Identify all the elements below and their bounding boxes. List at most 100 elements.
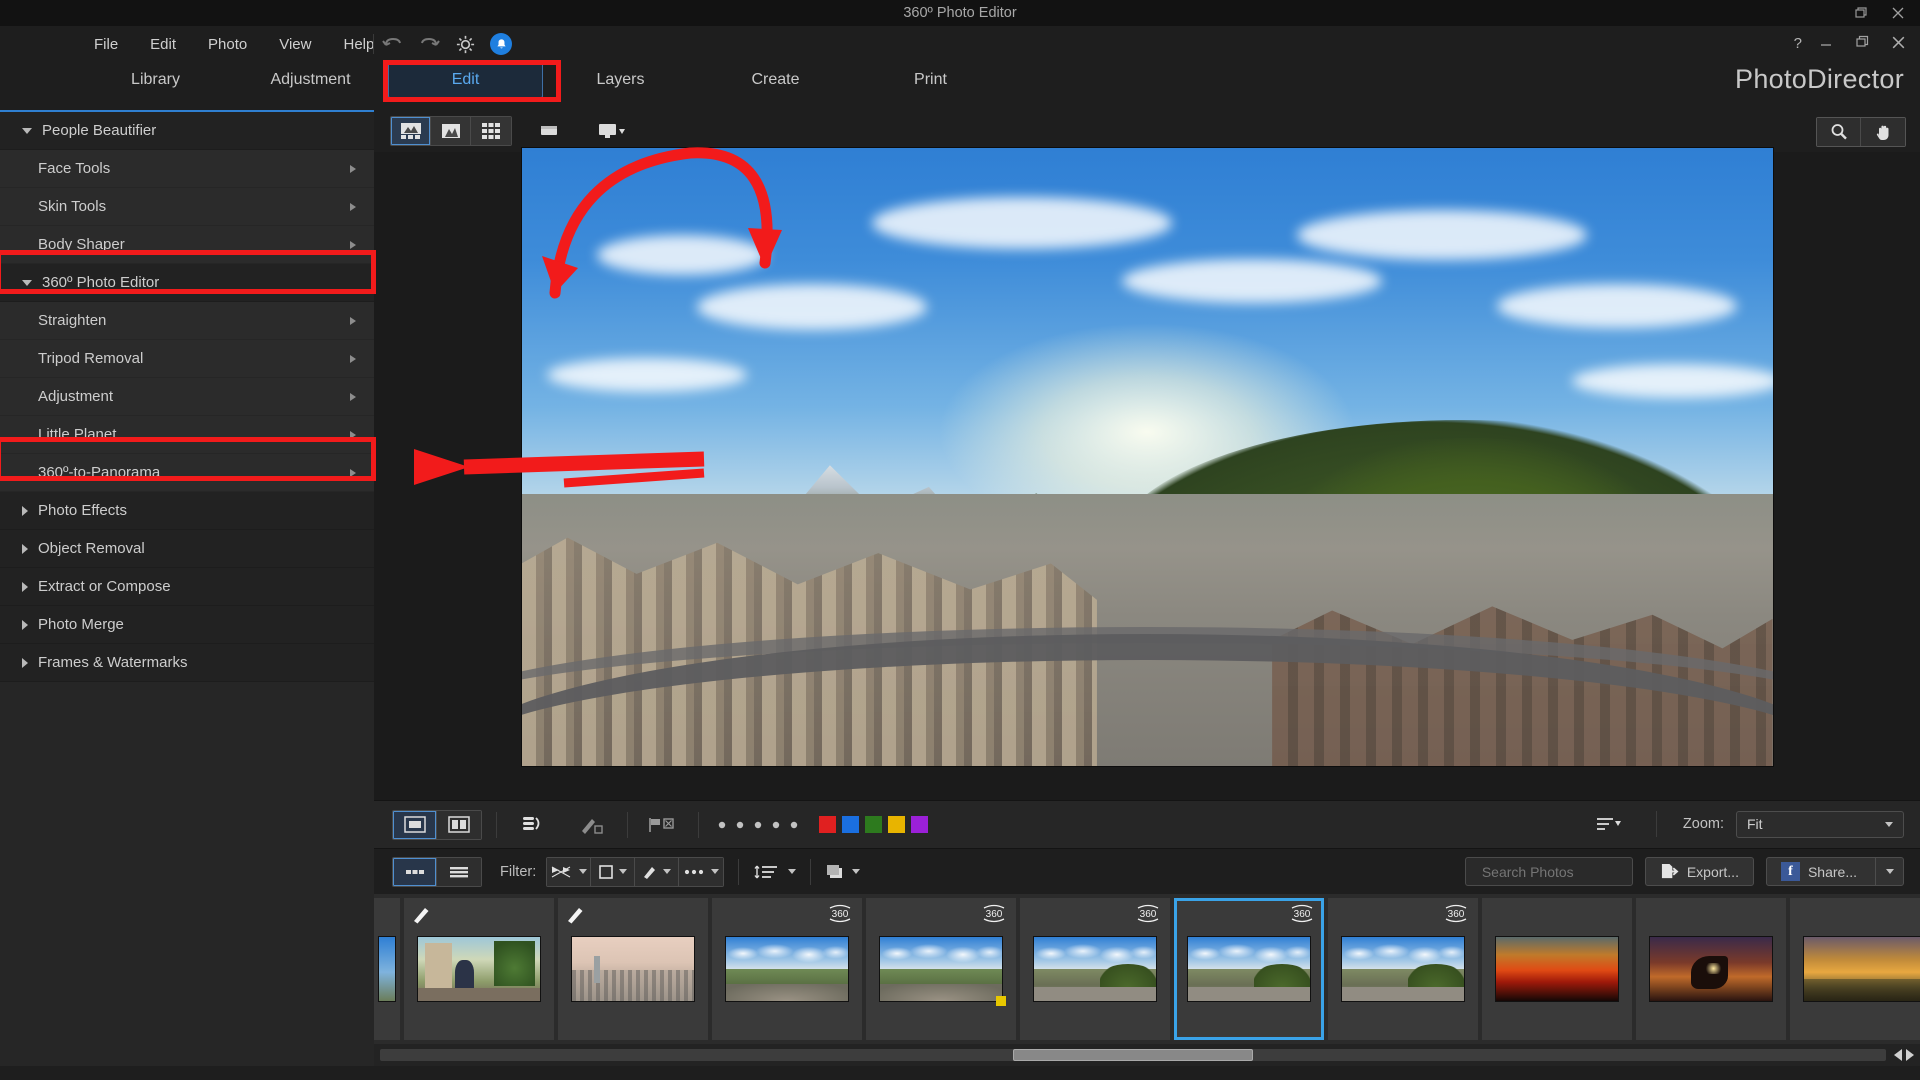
chevron-right-icon (22, 619, 28, 630)
single-view-icon[interactable] (393, 810, 437, 839)
list-item[interactable] (404, 898, 554, 1040)
list-item[interactable]: 360 (1020, 898, 1170, 1040)
settings-gear-icon[interactable] (454, 33, 476, 55)
scrollbar-track[interactable] (380, 1049, 1886, 1061)
left-sidebar: People Beautifier Face Tools Skin Tools … (0, 110, 374, 1080)
list-item[interactable] (374, 898, 400, 1040)
list-item[interactable]: 360 (866, 898, 1016, 1040)
flag-reject-icon[interactable] (642, 811, 684, 839)
filmstrip-view-icon[interactable] (391, 117, 431, 145)
sidebar-item-frames-watermarks[interactable]: Frames & Watermarks (0, 644, 374, 682)
menu-view[interactable]: View (263, 32, 327, 57)
color-tag-green[interactable] (865, 816, 882, 833)
sidebar-item-little-planet[interactable]: Little Planet (0, 416, 374, 454)
close-icon[interactable] (1890, 34, 1906, 50)
list-item[interactable]: 360 (712, 898, 862, 1040)
more-filter-icon[interactable] (679, 857, 724, 886)
grid-view-icon[interactable] (471, 117, 511, 145)
sort-dropdown-icon[interactable] (753, 858, 797, 886)
sidebar-item-extract-or-compose[interactable]: Extract or Compose (0, 568, 374, 606)
sidebar-item-face-tools[interactable]: Face Tools (0, 150, 374, 188)
list-item[interactable] (558, 898, 708, 1040)
zoom-select[interactable]: Fit (1736, 810, 1904, 838)
sidebar-label: Little Planet (38, 426, 117, 443)
sidebar-item-360-to-panorama[interactable]: 360º-to-Panorama (0, 454, 374, 492)
tab-edit[interactable]: Edit (388, 62, 543, 98)
sidebar-item-body-shaper[interactable]: Body Shaper (0, 226, 374, 264)
color-tag-purple[interactable] (911, 816, 928, 833)
sidebar-item-people-beautifier[interactable]: People Beautifier (0, 112, 374, 150)
pan-hand-icon[interactable] (1861, 118, 1905, 146)
stack-dropdown-icon[interactable] (825, 858, 861, 886)
tab-adjustment[interactable]: Adjustment (233, 62, 388, 98)
sidebar-item-photo-effects[interactable]: Photo Effects (0, 492, 374, 530)
share-button[interactable]: f Share... (1765, 857, 1904, 886)
maximize-icon[interactable] (1854, 34, 1870, 50)
sidebar-label: Photo Merge (38, 616, 124, 633)
tab-layers[interactable]: Layers (543, 62, 698, 98)
single-photo-icon[interactable] (431, 117, 471, 145)
rotate-icon[interactable] (511, 811, 553, 839)
tab-library[interactable]: Library (78, 62, 233, 98)
redo-icon[interactable] (418, 33, 440, 55)
rating-dots-icon[interactable] (713, 811, 809, 839)
color-tag-yellow[interactable] (888, 816, 905, 833)
filter-bar-right: Export... f Share... (1464, 857, 1904, 886)
compare-icon[interactable] (530, 117, 572, 145)
filmstrip-scrollbar[interactable] (374, 1044, 1920, 1066)
sidebar-item-object-removal[interactable]: Object Removal (0, 530, 374, 568)
menu-file[interactable]: File (78, 32, 134, 57)
share-dropdown-arrow[interactable] (1875, 858, 1903, 885)
zoom-magnifier-icon[interactable] (1817, 118, 1861, 146)
color-tag-blue[interactable] (842, 816, 859, 833)
flag-filter-icon[interactable] (547, 857, 592, 886)
minimize-icon[interactable] (1818, 34, 1834, 50)
menu-help[interactable]: Help (327, 32, 390, 57)
sidebar-item-straighten[interactable]: Straighten (0, 302, 374, 340)
thumbnail-image (1187, 936, 1311, 1002)
scroll-left-arrow-icon[interactable] (1894, 1049, 1902, 1061)
undo-icon[interactable] (382, 33, 404, 55)
list-item[interactable] (1790, 898, 1920, 1040)
share-label: Share... (1807, 863, 1857, 880)
sidebar-item-tripod-removal[interactable]: Tripod Removal (0, 340, 374, 378)
scroll-right-arrow-icon[interactable] (1906, 1049, 1914, 1061)
list-item[interactable] (1482, 898, 1632, 1040)
second-monitor-icon[interactable] (590, 117, 632, 145)
chevron-right-icon (22, 543, 28, 554)
thumbnail-list-icon[interactable] (393, 857, 437, 886)
list-item[interactable]: 360 (1328, 898, 1478, 1040)
sidebar-item-skin-tools[interactable]: Skin Tools (0, 188, 374, 226)
photo-canvas[interactable] (374, 147, 1920, 767)
edit-filter-icon[interactable] (635, 857, 680, 886)
notification-bell-icon[interactable] (490, 33, 512, 55)
export-button[interactable]: Export... (1644, 857, 1754, 886)
menu-photo[interactable]: Photo (192, 32, 263, 57)
restore-small-icon[interactable] (1852, 5, 1868, 21)
rating-filter-icon[interactable] (591, 857, 636, 886)
sidebar-item-photo-merge[interactable]: Photo Merge (0, 606, 374, 644)
tab-print[interactable]: Print (853, 62, 1008, 98)
paint-icon[interactable] (571, 811, 613, 839)
list-view-group (392, 856, 482, 887)
detail-list-icon[interactable] (437, 857, 481, 886)
viewer-toolbar (374, 110, 1920, 152)
list-item[interactable] (1636, 898, 1786, 1040)
tab-create[interactable]: Create (698, 62, 853, 98)
search-input[interactable] (1481, 863, 1663, 880)
color-tag-red[interactable] (819, 816, 836, 833)
scrollbar-thumb[interactable] (1012, 1049, 1254, 1061)
close-small-icon[interactable] (1890, 5, 1906, 21)
menu-edit[interactable]: Edit (134, 32, 192, 57)
help-glyph[interactable]: ? (1794, 35, 1802, 52)
filmstrip[interactable]: 360 360 360 360 360 (374, 894, 1920, 1044)
search-photos-box[interactable] (1464, 857, 1663, 886)
split-view-icon[interactable] (437, 810, 481, 839)
photo-360-panorama[interactable] (520, 147, 1774, 767)
sidebar-item-360-photo-editor[interactable]: 360º Photo Editor (0, 264, 374, 302)
filter-label: Filter: (500, 863, 537, 880)
list-item-selected[interactable]: 360 (1174, 898, 1324, 1040)
sidebar-item-adjustment[interactable]: Adjustment (0, 378, 374, 416)
sort-order-icon[interactable] (1588, 810, 1630, 838)
zoom-value: Fit (1747, 816, 1763, 832)
